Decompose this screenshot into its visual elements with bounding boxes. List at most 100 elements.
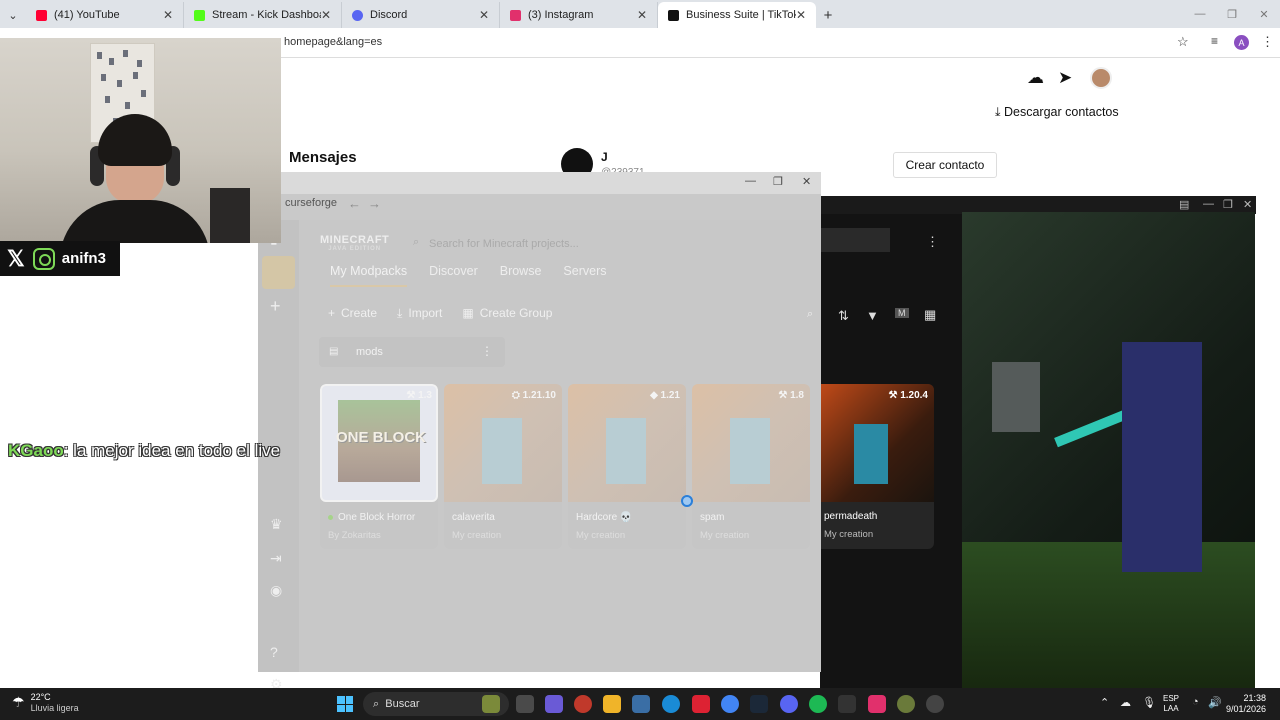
forward-arrow-icon[interactable]: → bbox=[368, 196, 381, 211]
sort-icon[interactable]: ⇅ bbox=[838, 308, 849, 324]
new-tab-button[interactable]: + bbox=[816, 7, 840, 24]
m-icon[interactable]: M bbox=[895, 308, 909, 318]
modpack-author: By Zokaritas bbox=[328, 530, 381, 541]
close-icon[interactable]: ✕ bbox=[1248, 0, 1280, 28]
tray-chevron-icon[interactable]: ⌃ bbox=[1100, 696, 1109, 709]
wifi-icon[interactable]: ◔ bbox=[1192, 696, 1199, 708]
crown-icon[interactable]: ♛ bbox=[270, 516, 283, 533]
tab-youtube[interactable]: (41) YouTube ✕ bbox=[26, 2, 184, 28]
tab-instagram[interactable]: (3) Instagram ✕ bbox=[500, 2, 658, 28]
task-view-icon[interactable] bbox=[516, 695, 534, 713]
maximize-icon[interactable]: ❐ bbox=[773, 175, 783, 188]
minimize-icon[interactable]: — bbox=[1203, 198, 1214, 210]
profile-avatar[interactable]: A bbox=[1234, 35, 1249, 50]
close-tab-icon[interactable]: ✕ bbox=[163, 8, 173, 22]
bookmark-star-icon[interactable]: ☆ bbox=[1177, 34, 1189, 50]
chrome-icon[interactable] bbox=[721, 695, 739, 713]
download-contacts-link[interactable]: ⤓ Descargar contactos bbox=[995, 105, 1119, 120]
chat-message-overlay: KGaoo: la mejor idea en todo el live bbox=[8, 441, 280, 461]
social-handle: anifn3 bbox=[61, 250, 106, 267]
close-tab-icon[interactable]: ✕ bbox=[321, 8, 331, 22]
close-icon[interactable]: ✕ bbox=[1243, 198, 1252, 211]
user-avatar[interactable] bbox=[1090, 67, 1112, 89]
system-clock[interactable]: 21:38 9/01/2026 bbox=[1226, 693, 1266, 715]
copilot-icon[interactable] bbox=[545, 695, 563, 713]
weather-widget[interactable]: ☂ 22°C Lluvia ligera bbox=[12, 692, 79, 713]
start-windows-icon[interactable] bbox=[337, 696, 353, 712]
onedrive-icon[interactable]: ☁ bbox=[1120, 696, 1131, 709]
gameplay-video bbox=[962, 212, 1255, 688]
chat-text: : la mejor idea en todo el live bbox=[63, 441, 281, 460]
project-search-input[interactable]: Search for Minecraft projects... bbox=[411, 233, 701, 255]
tab-tiktok[interactable]: Business Suite | TikTok ✕ bbox=[658, 2, 816, 28]
steam-icon[interactable] bbox=[750, 695, 768, 713]
login-icon[interactable]: ⇥ bbox=[270, 550, 282, 567]
tag-icon: ◆ bbox=[650, 390, 661, 401]
tab-search-icon[interactable]: ⌄ bbox=[0, 2, 26, 28]
url-field[interactable]: homepage&lang=es bbox=[284, 36, 382, 48]
modpack-card-one-block-horror[interactable]: ONE BLOCK ⚒ 1.3 One Block Horror By Zoka… bbox=[320, 384, 438, 549]
maximize-icon[interactable]: ❐ bbox=[1216, 0, 1248, 28]
tab-browse[interactable]: Browse bbox=[500, 264, 542, 287]
tab-kick[interactable]: Stream - Kick Dashboard ✕ bbox=[184, 2, 342, 28]
version-label: 1.21.10 bbox=[522, 390, 556, 401]
edge-icon[interactable] bbox=[662, 695, 680, 713]
modpack-card-hardcore[interactable]: ◆ 1.21 Hardcore 💀 My creation bbox=[568, 384, 686, 549]
layout-icon[interactable]: ▤ bbox=[1179, 198, 1189, 211]
discord-icon[interactable]: ◉ bbox=[270, 582, 282, 599]
minimize-icon[interactable]: — bbox=[1184, 0, 1216, 28]
app-icon[interactable] bbox=[926, 695, 944, 713]
tab-title: Stream - Kick Dashboard bbox=[212, 9, 321, 21]
modpack-card-calaverita[interactable]: ⛭ 1.21.10 calaverita My creation bbox=[444, 384, 562, 549]
minecraft-game-icon[interactable] bbox=[262, 256, 295, 289]
create-contact-button[interactable]: Crear contacto bbox=[893, 152, 997, 178]
search-box[interactable] bbox=[820, 228, 890, 252]
file-explorer-icon[interactable] bbox=[603, 695, 621, 713]
modpack-name-text: One Block Horror bbox=[338, 512, 416, 523]
discord-taskbar-icon[interactable] bbox=[780, 695, 798, 713]
create-group-button[interactable]: ▦ Create Group bbox=[462, 306, 552, 321]
close-icon[interactable]: ✕ bbox=[802, 175, 811, 188]
modpack-card-permadeath[interactable]: ⚒ 1.20.4 permadeath My creation bbox=[820, 384, 934, 549]
more-icon[interactable]: ⋮ bbox=[926, 234, 939, 250]
cloud-upload-icon[interactable]: ☁ bbox=[1027, 68, 1044, 88]
group-mods[interactable]: ▤ mods ⋮ bbox=[319, 337, 505, 367]
close-tab-icon[interactable]: ✕ bbox=[479, 8, 489, 22]
obs-icon[interactable] bbox=[574, 695, 592, 713]
app-icon[interactable] bbox=[897, 695, 915, 713]
volume-icon[interactable]: 🔊 bbox=[1208, 696, 1222, 709]
filter-icon[interactable]: ▼ bbox=[866, 308, 879, 323]
mic-icon[interactable]: 🎙 bbox=[1142, 696, 1156, 709]
instagram-icon bbox=[510, 9, 521, 21]
minimize-icon[interactable]: — bbox=[745, 175, 756, 187]
modpack-card-spam[interactable]: ⚒ 1.8 spam My creation bbox=[692, 384, 810, 549]
create-button[interactable]: + Create bbox=[328, 306, 377, 321]
group-menu-icon[interactable]: ⋮ bbox=[481, 344, 493, 358]
store-icon[interactable] bbox=[632, 695, 650, 713]
tab-discover[interactable]: Discover bbox=[429, 264, 478, 287]
tab-servers[interactable]: Servers bbox=[563, 264, 606, 287]
extensions-icon[interactable]: ≡ bbox=[1211, 34, 1218, 48]
tab-my-modpacks[interactable]: My Modpacks bbox=[330, 264, 408, 287]
send-icon[interactable]: ➤ bbox=[1058, 68, 1072, 88]
anvil-icon: ⚒ bbox=[778, 390, 791, 401]
tab-discord[interactable]: Discord ✕ bbox=[342, 2, 500, 28]
back-arrow-icon[interactable]: ← bbox=[348, 196, 361, 211]
netflix-icon[interactable] bbox=[692, 695, 710, 713]
close-tab-icon[interactable]: ✕ bbox=[637, 8, 647, 22]
maximize-icon[interactable]: ❐ bbox=[1223, 198, 1233, 211]
search-icon[interactable]: ⌕ bbox=[807, 308, 813, 321]
weather-condition: Lluvia ligera bbox=[30, 703, 79, 713]
import-button[interactable]: ⤓ Import bbox=[397, 306, 442, 321]
import-label: Import bbox=[408, 306, 443, 320]
browser-menu-icon[interactable]: ⋮ bbox=[1261, 34, 1274, 50]
close-tab-icon[interactable]: ✕ bbox=[796, 8, 806, 22]
spotify-icon[interactable] bbox=[809, 695, 827, 713]
grid-view-icon[interactable]: ▦ bbox=[924, 307, 936, 323]
language-indicator[interactable]: ESP LAA bbox=[1163, 694, 1179, 714]
add-game-icon[interactable]: + bbox=[270, 296, 281, 317]
capcut-icon[interactable] bbox=[868, 695, 886, 713]
social-overlay: 𝕏 anifn3 bbox=[0, 241, 120, 276]
help-icon[interactable]: ? bbox=[270, 644, 278, 660]
curseforge-taskbar-icon[interactable] bbox=[838, 695, 856, 713]
